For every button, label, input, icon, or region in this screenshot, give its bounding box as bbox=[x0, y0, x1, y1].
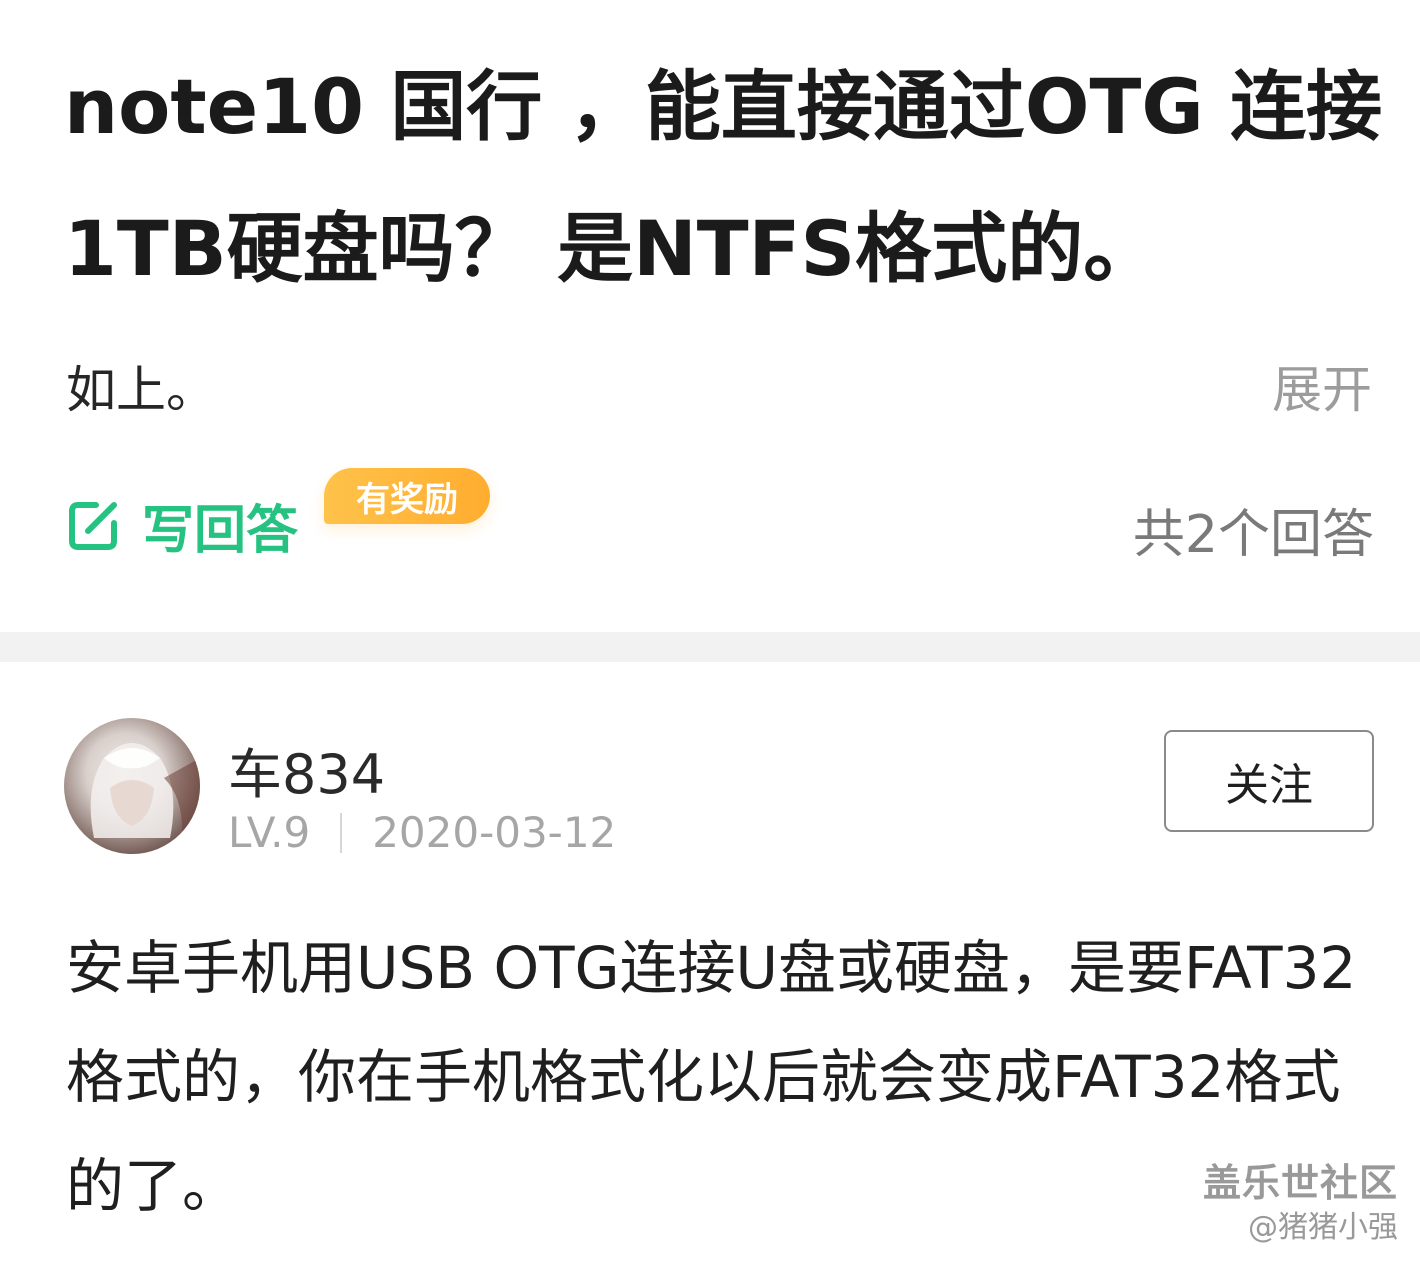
section-divider bbox=[0, 632, 1420, 662]
meta-divider bbox=[340, 812, 343, 853]
answer-content: 安卓手机用USB OTG连接U盘或硬盘，是要FAT32格式的，你在手机格式化以后… bbox=[66, 934, 1357, 1220]
answer-count[interactable]: 共2个回答 bbox=[1133, 492, 1374, 567]
avatar-image bbox=[90, 743, 200, 854]
write-answer-label: 写回答 bbox=[142, 500, 299, 561]
author-name[interactable]: 车834 bbox=[228, 730, 385, 809]
author-level: LV.9 bbox=[228, 808, 311, 857]
edit-icon bbox=[69, 502, 117, 550]
author-meta: LV.9 2020-03-12 bbox=[228, 808, 616, 857]
avatar[interactable] bbox=[64, 718, 200, 854]
expand-button[interactable]: 展开 bbox=[1272, 350, 1372, 422]
question-title: note10 国行 ，能直接通过OTG 连接1TB硬盘吗？ 是NTFS格式的。 bbox=[64, 62, 1383, 293]
follow-button[interactable]: 关注 bbox=[1164, 730, 1374, 832]
watermark-site: 盖乐世社区 bbox=[1202, 1161, 1398, 1205]
write-answer-button[interactable]: 写回答 bbox=[66, 490, 299, 561]
answer-date: 2020-03-12 bbox=[372, 808, 617, 857]
watermark-user: @猪猪小强 bbox=[1248, 1210, 1398, 1245]
question-detail-page: note10 国行 ，能直接通过OTG 连接1TB硬盘吗？ 是NTFS格式的。 … bbox=[0, 0, 1420, 1262]
question-body: 如上。 bbox=[66, 361, 216, 419]
reward-badge: 有奖励 bbox=[324, 468, 490, 524]
